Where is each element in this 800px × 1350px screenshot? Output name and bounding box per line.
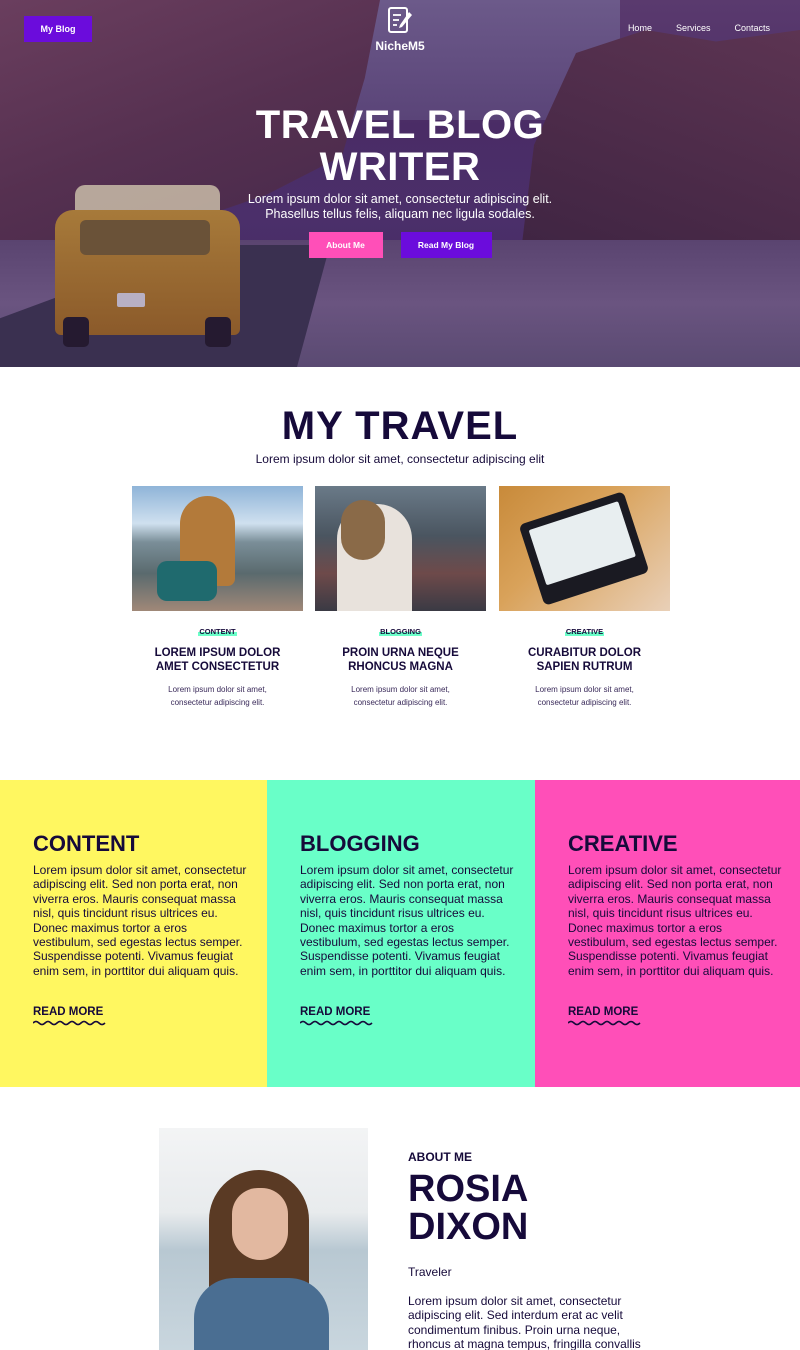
about-name: ROSIA DIXON [408, 1170, 528, 1246]
blogging-block: BLOGGING Lorem ipsum dolor sit amet, con… [267, 780, 535, 1087]
about-name-line2: DIXON [408, 1206, 529, 1248]
card-title-line1: PROIN URNA NEQUE [342, 647, 459, 659]
card-text-line2: consectetur adipiscing elit. [353, 698, 448, 707]
hero-subtitle-line2: Phasellus tellus felis, aliquam nec ligu… [265, 207, 535, 221]
travel-card-creative[interactable]: CREATIVE CURABITUR DOLOR SAPIEN RUTRUM L… [499, 486, 670, 709]
nav-home[interactable]: Home [628, 23, 652, 33]
nav-contacts[interactable]: Contacts [734, 23, 770, 33]
card-title-line2: SAPIEN RUTRUM [536, 661, 633, 673]
brand-name: NicheM5 [375, 39, 425, 53]
card-title: CURABITUR DOLOR SAPIEN RUTRUM [499, 646, 670, 674]
about-photo [159, 1128, 368, 1350]
travel-card-content[interactable]: CONTENT LOREM IPSUM DOLOR AMET CONSECTET… [132, 486, 303, 709]
card-title-line1: CURABITUR DOLOR [527, 647, 642, 659]
site-logo[interactable]: NicheM5 [360, 6, 440, 53]
my-blog-button[interactable]: My Blog [24, 16, 92, 42]
wavy-underline [300, 1020, 373, 1026]
about-label: ABOUT ME [408, 1150, 472, 1164]
card-title: LOREM IPSUM DOLOR AMET CONSECTETUR [132, 646, 303, 674]
card-text-line2: consectetur adipiscing elit. [170, 698, 265, 707]
hero-subtitle-line1: Lorem ipsum dolor sit amet, consectetur … [247, 192, 553, 206]
hero-title-line1: TRAVEL BLOG [255, 103, 545, 147]
card-tag: CREATIVE [564, 627, 605, 636]
travel-subtitle: Lorem ipsum dolor sit amet, consectetur … [255, 452, 545, 466]
read-my-blog-button[interactable]: Read My Blog [400, 232, 492, 258]
about-name-line1: ROSIA [408, 1168, 529, 1210]
card-title-line2: AMET CONSECTETUR [155, 661, 280, 673]
card-text-line1: Lorem ipsum dolor sit amet, [168, 685, 267, 694]
travel-card-blogging[interactable]: BLOGGING PROIN URNA NEQUE RHONCUS MAGNA … [315, 486, 486, 709]
card-text: Lorem ipsum dolor sit amet, consectetur … [315, 683, 486, 709]
about-text: Lorem ipsum dolor sit amet, consectetur … [408, 1294, 641, 1350]
hero-title-line2: WRITER [319, 145, 481, 189]
nav-services[interactable]: Services [676, 23, 711, 33]
block-text: Lorem ipsum dolor sit amet, consectetur … [300, 863, 514, 978]
hero-title: TRAVEL BLOG WRITER [0, 104, 800, 188]
read-more-link[interactable]: READ MORE [33, 1006, 103, 1018]
document-pen-icon [387, 6, 413, 36]
card-tag: BLOGGING [379, 627, 422, 636]
read-more-link[interactable]: READ MORE [300, 1006, 370, 1018]
about-role: Traveler [408, 1265, 452, 1279]
block-title: CONTENT [33, 831, 140, 856]
hiker-photo [132, 486, 303, 611]
main-nav: Home Services Contacts [628, 23, 770, 33]
hero-section: My Blog NicheM5 Home Services Contacts T… [0, 0, 800, 367]
card-title-line2: RHONCUS MAGNA [348, 661, 453, 673]
block-title: CREATIVE [568, 831, 678, 856]
block-text: Lorem ipsum dolor sit amet, consectetur … [33, 863, 247, 978]
card-text-line1: Lorem ipsum dolor sit amet, [351, 685, 450, 694]
card-tag: CONTENT [198, 627, 237, 636]
card-text-line2: consectetur adipiscing elit. [537, 698, 632, 707]
wavy-underline [33, 1020, 106, 1026]
card-title: PROIN URNA NEQUE RHONCUS MAGNA [315, 646, 486, 674]
block-title: BLOGGING [300, 831, 420, 856]
about-me-button[interactable]: About Me [308, 232, 383, 258]
hero-buttons: About Me Read My Blog [0, 232, 800, 258]
card-text: Lorem ipsum dolor sit amet, consectetur … [499, 683, 670, 709]
hero-subtitle: Lorem ipsum dolor sit amet, consectetur … [0, 192, 800, 222]
vlogger-photo [315, 486, 486, 611]
read-more-link[interactable]: READ MORE [568, 1006, 638, 1018]
card-title-line1: LOREM IPSUM DOLOR [154, 647, 281, 659]
tablet-photo [499, 486, 670, 611]
card-text: Lorem ipsum dolor sit amet, consectetur … [132, 683, 303, 709]
creative-block: CREATIVE Lorem ipsum dolor sit amet, con… [535, 780, 800, 1087]
travel-title: MY TRAVEL [281, 404, 519, 448]
wavy-underline [568, 1020, 641, 1026]
card-text-line1: Lorem ipsum dolor sit amet, [535, 685, 634, 694]
content-block: CONTENT Lorem ipsum dolor sit amet, cons… [0, 780, 267, 1087]
block-text: Lorem ipsum dolor sit amet, consectetur … [568, 863, 782, 978]
